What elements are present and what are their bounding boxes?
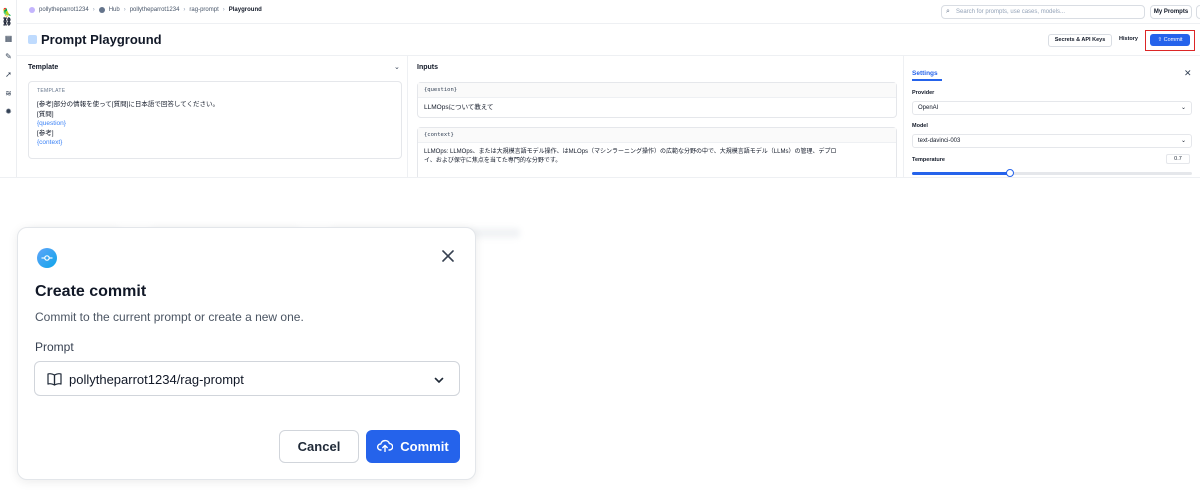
modal-subtitle: Commit to the current prompt or create a… <box>35 310 304 324</box>
temperature-value[interactable]: 0.7 <box>1166 154 1190 164</box>
playground-icon <box>28 35 37 44</box>
breadcrumb: pollytheparrot1234 › Hub › pollytheparro… <box>29 7 262 13</box>
close-icon[interactable] <box>439 247 457 265</box>
pen-icon[interactable]: ✎ <box>4 52 13 61</box>
commit-button-label: Commit <box>400 439 449 454</box>
template-line: [参考]部分の情報を使って[質問]に日本語で回答してください。 <box>37 101 220 108</box>
database-icon[interactable]: ≋ <box>4 89 13 98</box>
slider-thumb[interactable] <box>1006 169 1014 177</box>
prompt-value: pollytheparrot1234/rag-prompt <box>69 372 244 387</box>
secrets-button[interactable]: Secrets & API Keys <box>1048 34 1112 47</box>
chevron-down-icon: ⌄ <box>1180 105 1186 111</box>
model-value: text-davinci-003 <box>918 138 961 144</box>
tab-settings[interactable]: Settings <box>912 70 938 77</box>
question-value: LLMOpsについて教えて <box>424 104 494 111</box>
page-header: Prompt Playground Secrets & API Keys His… <box>17 24 1200 55</box>
inputs-panel-title: Inputs <box>417 64 438 71</box>
template-label: TEMPLATE <box>37 88 66 94</box>
rocket-icon[interactable]: ➚ <box>4 70 13 79</box>
breadcrumb-owner[interactable]: pollytheparrot1234 <box>130 7 180 13</box>
avatar <box>29 7 35 13</box>
prompt-select[interactable]: pollytheparrot1234/rag-prompt <box>34 361 460 396</box>
top-bar: pollytheparrot1234 › Hub › pollytheparro… <box>17 0 1200 24</box>
search-icon: ⌕ <box>946 8 950 15</box>
cloud-upload-icon <box>377 439 394 455</box>
context-line: イ、および保守に焦点を当てた専門的な分野です。 <box>424 157 562 164</box>
my-prompts-button[interactable]: My Prompts <box>1150 5 1192 19</box>
left-rail: 🦜⛓ ▦ ✎ ➚ ≋ ✹ <box>0 0 17 177</box>
template-line: [参考] <box>37 129 54 137</box>
cancel-button[interactable]: Cancel <box>279 430 359 463</box>
template-panel: Template ⌄ TEMPLATE [参考]部分の情報を使って[質問]に日本… <box>17 55 408 177</box>
tab-underline <box>912 79 942 81</box>
context-input[interactable]: {context} LLMOps: LLMOps、または大規模言語モデル操作、は… <box>417 127 897 177</box>
template-editor[interactable]: TEMPLATE [参考]部分の情報を使って[質問]に日本語で回答してください。… <box>28 81 402 159</box>
template-line: [質問] <box>37 110 54 118</box>
settings-panel: Settings ✕ Provider OpenAI ⌄ Model text-… <box>904 55 1200 177</box>
search-input[interactable]: ⌕ Search for prompts, use cases, models.… <box>941 5 1145 19</box>
template-variable: {context} <box>37 139 63 146</box>
provider-label: Provider <box>912 90 935 96</box>
create-commit-modal: Create commit Commit to the current prom… <box>17 227 476 480</box>
hub-icon <box>98 7 105 13</box>
commit-button[interactable]: Commit <box>366 430 460 463</box>
book-icon <box>47 372 62 391</box>
chevron-down-icon: ⌄ <box>1180 138 1186 144</box>
model-select[interactable]: text-davinci-003 ⌄ <box>912 134 1192 148</box>
question-input[interactable]: {question} LLMOpsについて教えて <box>417 82 897 118</box>
inputs-panel: Inputs {question} LLMOpsについて教えて {context… <box>408 55 904 177</box>
chevron-down-icon <box>433 373 445 391</box>
settings-icon[interactable]: ✹ <box>4 107 13 116</box>
page-title: Prompt Playground <box>41 32 162 47</box>
search-placeholder: Search for prompts, use cases, models... <box>956 9 1066 15</box>
logo-icon[interactable]: 🦜⛓ <box>2 8 16 26</box>
playground-screenshot: 🦜⛓ ▦ ✎ ➚ ≋ ✹ pollytheparrot1234 › Hub › … <box>0 0 1200 178</box>
temperature-label: Temperature <box>912 157 945 163</box>
breadcrumb-current: Playground <box>228 7 262 13</box>
context-key: {context} <box>418 128 896 143</box>
breadcrumb-repo[interactable]: rag-prompt <box>189 7 218 13</box>
add-button[interactable]: + <box>1196 5 1200 19</box>
grid-icon[interactable]: ▦ <box>4 34 13 43</box>
context-line: LLMOps: LLMOps、または大規模言語モデル操作、はMLOps（マシンラ… <box>424 149 837 155</box>
template-panel-title: Template <box>28 64 59 71</box>
close-icon[interactable]: ✕ <box>1184 68 1192 79</box>
commit-highlight: ⇧ Commit <box>1145 30 1195 51</box>
chevron-down-icon[interactable]: ⌄ <box>394 63 400 71</box>
modal-title: Create commit <box>35 283 147 300</box>
template-variable: {question} <box>37 120 66 127</box>
prompt-label: Prompt <box>35 340 74 354</box>
breadcrumb-hub[interactable]: Hub <box>109 7 120 13</box>
temperature-slider[interactable] <box>912 169 1192 177</box>
model-label: Model <box>912 123 928 129</box>
breadcrumb-user[interactable]: pollytheparrot1234 <box>39 7 89 13</box>
commit-icon <box>37 248 57 268</box>
question-key: {question} <box>418 83 896 98</box>
commit-button-top[interactable]: ⇧ Commit <box>1150 34 1190 46</box>
slider-fill <box>912 172 1010 175</box>
history-button[interactable]: History <box>1116 34 1141 47</box>
provider-value: OpenAI <box>918 105 939 111</box>
provider-select[interactable]: OpenAI ⌄ <box>912 101 1192 115</box>
